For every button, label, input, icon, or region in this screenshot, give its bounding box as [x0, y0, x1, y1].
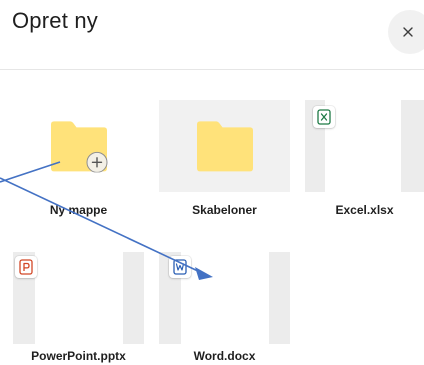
tile-word[interactable]: Word.docx	[159, 252, 290, 365]
tile-label: Excel.xlsx	[335, 203, 394, 217]
tile-label: Skabeloner	[192, 203, 257, 217]
document-page	[181, 252, 269, 344]
powerpoint-icon	[15, 256, 37, 278]
create-new-dialog: Opret ny Ny mappe Skabeloner Excel.xlsx …	[0, 0, 424, 365]
tile-label: Ny mappe	[49, 203, 108, 217]
tile-new-folder[interactable]: Ny mappe	[13, 100, 144, 225]
tile-excel[interactable]: Excel.xlsx	[305, 100, 424, 225]
dialog-title: Opret ny	[12, 8, 98, 33]
tile-powerpoint[interactable]: PowerPoint.pptx	[13, 252, 144, 365]
tile-templates[interactable]: Skabeloner	[159, 100, 290, 225]
folder-plus-icon	[48, 120, 110, 177]
tile-label: Word.docx	[193, 349, 256, 363]
document-page	[35, 252, 123, 344]
tile-thumbnail	[159, 100, 290, 192]
close-button[interactable]	[388, 10, 424, 54]
tile-thumbnail	[13, 100, 144, 192]
document-page	[325, 100, 401, 192]
close-icon	[403, 27, 413, 37]
word-icon	[169, 256, 191, 278]
tile-label: PowerPoint.pptx	[31, 349, 126, 363]
dialog-header: Opret ny	[0, 0, 424, 70]
folder-icon	[194, 120, 256, 177]
excel-icon	[313, 106, 335, 128]
